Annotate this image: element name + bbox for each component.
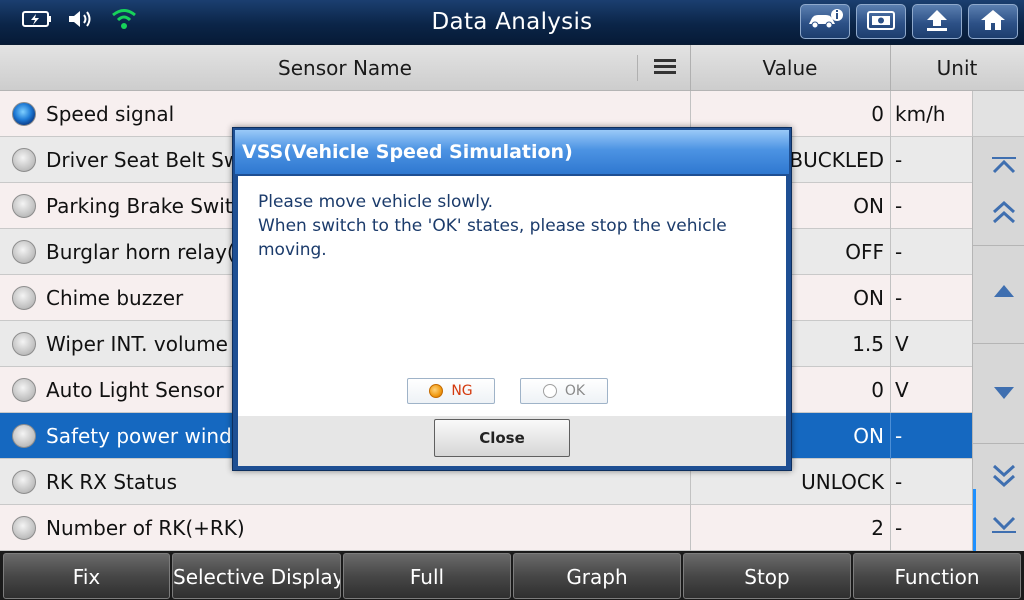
scroll-top-button[interactable] bbox=[981, 147, 1024, 187]
double-chevron-down-icon bbox=[991, 462, 1017, 492]
screenshot-button[interactable] bbox=[856, 4, 906, 39]
scroll-controls bbox=[972, 137, 1024, 551]
row-radio[interactable] bbox=[12, 102, 36, 126]
sensor-name: Driver Seat Belt Sw bbox=[46, 148, 241, 172]
selective-display-button[interactable]: Selective Display bbox=[172, 553, 341, 599]
sensor-unit: V bbox=[895, 378, 909, 402]
dialog-message-line-2: When switch to the 'OK' states, please s… bbox=[258, 216, 727, 260]
scroll-position-bar[interactable] bbox=[973, 489, 976, 551]
row-radio[interactable] bbox=[12, 286, 36, 310]
sensor-value: UNLOCK bbox=[801, 470, 884, 494]
upload-button[interactable] bbox=[912, 4, 962, 39]
ok-option[interactable]: OK bbox=[520, 378, 608, 404]
dialog-message-line-1: Please move vehicle slowly. bbox=[258, 192, 494, 212]
scroll-to-bottom-icon bbox=[991, 516, 1017, 538]
sensor-name: Number of RK(+RK) bbox=[46, 516, 245, 540]
column-unit[interactable]: Unit bbox=[890, 45, 1024, 91]
ok-label: OK bbox=[564, 383, 586, 399]
menu-icon bbox=[654, 56, 676, 80]
scroll-up-button[interactable] bbox=[981, 267, 1024, 317]
row-radio[interactable] bbox=[12, 194, 36, 218]
sensor-unit: - bbox=[895, 516, 903, 540]
sensor-value: ON bbox=[853, 194, 884, 218]
full-button[interactable]: Full bbox=[343, 553, 511, 599]
row-radio[interactable] bbox=[12, 424, 36, 448]
sensor-unit: - bbox=[895, 194, 903, 218]
double-chevron-up-icon bbox=[991, 200, 1017, 230]
sensor-unit: - bbox=[895, 240, 903, 264]
ok-radio-icon bbox=[542, 384, 557, 398]
sensor-value: BUCKLED bbox=[789, 148, 884, 172]
scroll-down-button[interactable] bbox=[981, 369, 1024, 419]
screenshot-icon bbox=[866, 9, 896, 35]
vehicle-info-button[interactable] bbox=[800, 4, 850, 39]
triangle-up-icon bbox=[993, 283, 1015, 302]
sensor-value: 0 bbox=[871, 378, 884, 402]
column-menu-button[interactable] bbox=[640, 45, 690, 91]
title-bar: Data Analysis bbox=[0, 0, 1024, 45]
sensor-value: ON bbox=[853, 424, 884, 448]
sensor-unit: - bbox=[895, 148, 903, 172]
sensor-name: Parking Brake Swit bbox=[46, 194, 233, 218]
sensor-unit: - bbox=[895, 424, 903, 448]
fix-button[interactable]: Fix bbox=[3, 553, 170, 599]
dialog-title: VSS(Vehicle Speed Simulation) bbox=[235, 130, 789, 174]
sensor-name: Wiper INT. volume bbox=[46, 332, 228, 356]
column-value[interactable]: Value bbox=[690, 45, 890, 91]
bottom-toolbar: Fix Selective Display Full Graph Stop Fu… bbox=[0, 551, 1024, 600]
row-radio[interactable] bbox=[12, 332, 36, 356]
ng-radio-icon bbox=[429, 384, 444, 398]
home-icon bbox=[979, 8, 1007, 36]
row-radio[interactable] bbox=[12, 470, 36, 494]
sensor-unit: - bbox=[895, 286, 903, 310]
table-header: Sensor Name Value Unit bbox=[0, 45, 1024, 91]
vss-dialog: VSS(Vehicle Speed Simulation) Please mov… bbox=[232, 127, 792, 471]
graph-button[interactable]: Graph bbox=[513, 553, 681, 599]
sensor-value: 2 bbox=[871, 516, 884, 540]
sensor-value: OFF bbox=[845, 240, 884, 264]
row-radio[interactable] bbox=[12, 378, 36, 402]
row-radio[interactable] bbox=[12, 148, 36, 172]
sensor-unit: - bbox=[895, 470, 903, 494]
sensor-name: Safety power windo bbox=[46, 424, 245, 448]
sensor-name: Speed signal bbox=[46, 102, 175, 126]
sensor-name: RK RX Status bbox=[46, 470, 178, 494]
sensor-unit: km/h bbox=[895, 102, 946, 126]
function-button[interactable]: Function bbox=[853, 553, 1021, 599]
sensor-name: Burglar horn relay( bbox=[46, 240, 235, 264]
ng-label: NG bbox=[451, 383, 473, 399]
dialog-body: Please move vehicle slowly. When switch … bbox=[238, 176, 786, 416]
scroll-corner bbox=[972, 91, 1024, 137]
sensor-name: Chime buzzer bbox=[46, 286, 184, 310]
sensor-name: Auto Light Sensor bbox=[46, 378, 224, 402]
dialog-message: Please move vehicle slowly. When switch … bbox=[258, 190, 768, 262]
row-radio[interactable] bbox=[12, 240, 36, 264]
row-radio[interactable] bbox=[12, 516, 36, 540]
home-button[interactable] bbox=[968, 4, 1018, 39]
sensor-value: 0 bbox=[871, 102, 884, 126]
page-up-button[interactable] bbox=[981, 193, 1024, 237]
page-down-button[interactable] bbox=[981, 455, 1024, 499]
scroll-to-top-icon bbox=[991, 156, 1017, 178]
stop-button[interactable]: Stop bbox=[683, 553, 851, 599]
triangle-down-icon bbox=[993, 385, 1015, 404]
upload-icon bbox=[923, 8, 951, 36]
sensor-value: 1.5 bbox=[852, 332, 884, 356]
vehicle-info-icon bbox=[806, 8, 844, 36]
table-row[interactable]: Number of RK(+RK) 2 - bbox=[0, 505, 972, 551]
sensor-unit: V bbox=[895, 332, 909, 356]
column-sensor-name[interactable]: Sensor Name bbox=[0, 45, 690, 91]
sensor-value: ON bbox=[853, 286, 884, 310]
scroll-bottom-button[interactable] bbox=[981, 507, 1024, 547]
ng-option[interactable]: NG bbox=[407, 378, 495, 404]
dialog-footer: Close bbox=[238, 416, 786, 466]
close-button[interactable]: Close bbox=[434, 419, 570, 457]
